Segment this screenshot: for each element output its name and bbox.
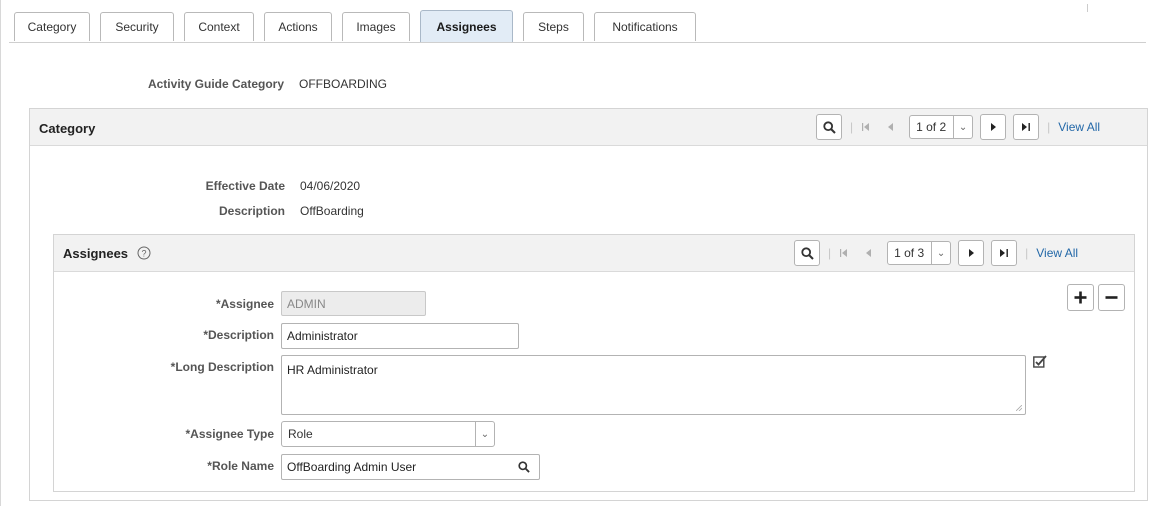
assignee-value: ADMIN <box>287 296 326 311</box>
separator: | <box>1025 246 1029 260</box>
effective-date-label: Effective Date <box>205 179 285 193</box>
tab-label: Security <box>115 20 159 34</box>
last-button[interactable] <box>991 240 1018 266</box>
role-name-field[interactable]: OffBoarding Admin User <box>281 454 540 480</box>
next-icon <box>991 123 997 131</box>
role-name-label: *Role Name <box>207 459 274 473</box>
category-title: Category <box>39 121 96 136</box>
row-selector[interactable]: 1 of 2 ⌄ <box>909 115 974 139</box>
assignees-navigation: | 1 of 3 ⌄ | View All <box>794 240 1078 266</box>
next-button[interactable] <box>958 240 985 266</box>
tab-bar: Category Security Context Actions Images… <box>9 10 1146 43</box>
tab-label: Steps <box>538 20 569 34</box>
previous-icon <box>866 249 872 257</box>
tab-images[interactable]: Images <box>342 12 410 41</box>
left-border <box>0 0 1 506</box>
assignee-type-value: Role <box>288 427 313 441</box>
tab-label: Context <box>198 20 240 34</box>
svg-text:?: ? <box>141 249 146 259</box>
tab-label: Actions <box>278 20 318 34</box>
assignee-label: *Assignee <box>215 297 274 311</box>
page-indicator: 1 of 3 <box>894 246 925 260</box>
description-field[interactable]: Administrator <box>281 323 519 349</box>
chevron-down-icon: ⌄ <box>953 116 972 138</box>
remove-icon <box>1105 296 1118 299</box>
next-icon <box>969 249 975 257</box>
chevron-down-icon: ⌄ <box>931 242 950 264</box>
tab-label: Notifications <box>612 20 678 34</box>
search-icon <box>822 120 836 134</box>
spell-check-icon[interactable] <box>1033 355 1047 368</box>
previous-icon <box>888 123 894 131</box>
activity-guide-category-value: OFFBOARDING <box>299 77 388 91</box>
last-page-icon <box>1000 249 1009 257</box>
tab-notifications[interactable]: Notifications <box>594 12 696 41</box>
tab-context[interactable]: Context <box>184 12 254 41</box>
description-value: Administrator <box>287 329 358 343</box>
description-label: Description <box>218 204 285 218</box>
last-button[interactable] <box>1013 114 1040 140</box>
separator: | <box>828 246 832 260</box>
search-icon <box>800 246 814 260</box>
tab-security[interactable]: Security <box>100 12 174 41</box>
assignees-title: Assignees <box>63 246 129 261</box>
tab-label: Assignees <box>436 19 497 34</box>
last-page-icon <box>1022 123 1031 131</box>
long-description-field[interactable]: HR Administrator <box>281 355 1026 415</box>
first-page-icon <box>862 123 870 131</box>
assignee-type-select[interactable]: Role ⌄ <box>281 421 495 447</box>
activity-guide-category-label: Activity Guide Category <box>147 77 284 91</box>
search-button[interactable] <box>816 114 842 140</box>
assignee-type-label: *Assignee Type <box>185 427 274 441</box>
category-navigation: | 1 of 2 ⌄ | View All <box>816 114 1100 140</box>
tab-assignees[interactable]: Assignees <box>420 10 513 42</box>
resize-handle-icon[interactable] <box>1016 405 1022 411</box>
view-all-link[interactable]: View All <box>1036 246 1078 260</box>
help-icon[interactable]: ? <box>137 246 151 260</box>
view-all-link[interactable]: View All <box>1058 120 1100 134</box>
tab-label: Images <box>356 20 396 34</box>
effective-date-value: 04/06/2020 <box>300 179 361 193</box>
row-selector[interactable]: 1 of 3 ⌄ <box>887 241 952 265</box>
category-group: Category | 1 of 2 ⌄ | View All Effective… <box>29 108 1148 501</box>
tab-steps[interactable]: Steps <box>523 12 584 41</box>
tab-category[interactable]: Category <box>14 12 90 41</box>
search-button[interactable] <box>794 240 820 266</box>
add-row-button[interactable] <box>1067 284 1094 311</box>
separator: | <box>1047 120 1051 134</box>
tab-label: Category <box>27 20 77 34</box>
page-indicator: 1 of 2 <box>916 120 947 134</box>
search-icon[interactable] <box>518 461 530 473</box>
description-label: *Description <box>203 328 274 342</box>
tab-actions[interactable]: Actions <box>264 12 332 41</box>
role-name-value: OffBoarding Admin User <box>287 460 417 474</box>
first-page-icon <box>840 249 848 257</box>
remove-row-button[interactable] <box>1098 284 1125 311</box>
add-icon <box>1074 291 1087 304</box>
description-value: OffBoarding <box>300 204 364 218</box>
long-description-label: *Long Description <box>170 360 274 374</box>
assignee-field: ADMIN <box>281 291 426 316</box>
next-button[interactable] <box>980 114 1007 140</box>
long-description-value: HR Administrator <box>287 363 378 377</box>
separator: | <box>850 120 854 134</box>
assignees-group: Assignees ? | 1 of 3 ⌄ | View All *Assig… <box>53 234 1135 492</box>
chevron-down-icon: ⌄ <box>475 422 494 446</box>
